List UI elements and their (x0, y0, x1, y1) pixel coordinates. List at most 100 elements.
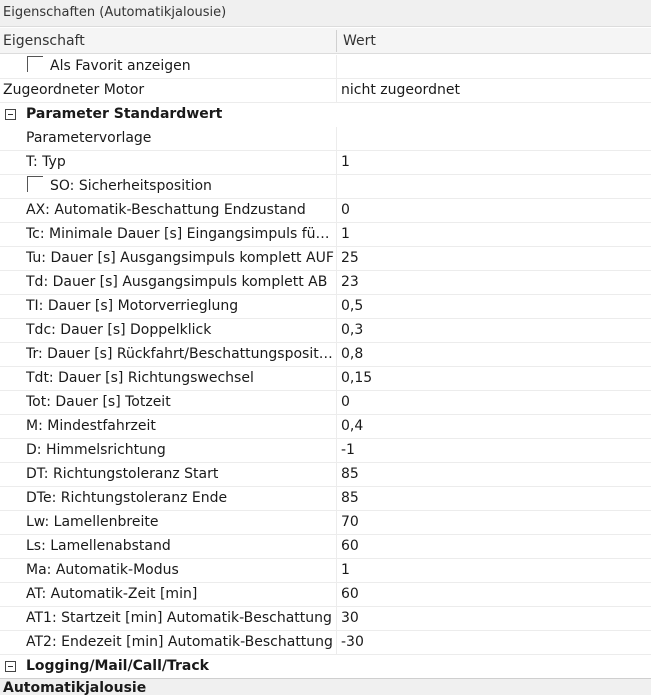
property-row[interactable]: AT1: Startzeit [min] Automatik-Beschattu… (0, 607, 651, 631)
property-row[interactable]: TI: Dauer [s] Motorverrieglung 0,5 (0, 295, 651, 319)
property-row[interactable]: Tdc: Dauer [s] Doppelklick 0,3 (0, 319, 651, 343)
property-name: DTe: Richtungstoleranz Ende (26, 490, 228, 506)
property-row[interactable]: Lw: Lamellenbreite 70 (0, 511, 651, 535)
property-value[interactable]: 85 (341, 487, 359, 510)
cell-divider (336, 487, 337, 510)
cell-divider (336, 247, 337, 270)
property-row[interactable]: Ls: Lamellenabstand 60 (0, 535, 651, 559)
property-value[interactable]: 0,15 (341, 367, 372, 390)
cell-divider (336, 175, 337, 198)
property-name: Tu: Dauer [s] Ausgangsimpuls komplett AU… (26, 250, 334, 266)
property-name: Tc: Minimale Dauer [s] Eingangsimpuls fü… (26, 226, 334, 242)
cell-divider (336, 127, 337, 150)
property-name: Tdc: Dauer [s] Doppelklick (26, 322, 212, 338)
cell-divider (336, 391, 337, 414)
grid-header: Eigenschaft Wert (0, 28, 651, 54)
property-value[interactable]: 1 (341, 151, 350, 174)
property-row-safety-position[interactable]: SO: Sicherheitsposition (0, 175, 651, 199)
property-value[interactable]: 0,5 (341, 295, 363, 318)
section-title: Logging/Mail/Call/Track (26, 658, 209, 674)
collapse-minus-icon[interactable] (5, 661, 16, 672)
column-header-value[interactable]: Wert (343, 28, 376, 54)
favorite-checkbox[interactable] (27, 56, 43, 72)
property-value[interactable]: 0 (341, 391, 350, 414)
cell-divider (336, 439, 337, 462)
property-row[interactable]: Tdt: Dauer [s] Richtungswechsel 0,15 (0, 367, 651, 391)
property-row[interactable]: Ma: Automatik-Modus 1 (0, 559, 651, 583)
cell-divider (336, 151, 337, 174)
property-row[interactable]: Td: Dauer [s] Ausgangsimpuls komplett AB… (0, 271, 651, 295)
property-value[interactable]: 25 (341, 247, 359, 270)
property-value[interactable]: 0,4 (341, 415, 363, 438)
property-name: AT2: Endezeit [min] Automatik-Beschattun… (26, 634, 333, 650)
window-title: Eigenschaften (Automatikjalousie) (0, 0, 651, 27)
cell-divider (336, 463, 337, 486)
property-value[interactable]: nicht zugeordnet (341, 79, 460, 102)
column-header-property[interactable]: Eigenschaft (3, 28, 85, 54)
cell-divider (336, 199, 337, 222)
cell-divider (336, 631, 337, 654)
cell-divider (336, 415, 337, 438)
property-value[interactable]: 0,3 (341, 319, 363, 342)
property-name: Tot: Dauer [s] Totzeit (26, 394, 171, 410)
property-value[interactable]: -30 (341, 631, 364, 654)
property-value[interactable]: 0 (341, 199, 350, 222)
property-name: AT: Automatik-Zeit [min] (26, 586, 198, 602)
property-value[interactable]: 1 (341, 559, 350, 582)
property-name: Zugeordneter Motor (3, 82, 145, 98)
property-row[interactable]: Tot: Dauer [s] Totzeit 0 (0, 391, 651, 415)
property-name: DT: Richtungstoleranz Start (26, 466, 219, 482)
property-row[interactable]: T: Typ 1 (0, 151, 651, 175)
property-row-motor[interactable]: Zugeordneter Motor nicht zugeordnet (0, 79, 651, 103)
section-title: Parameter Standardwert (26, 106, 223, 122)
property-row[interactable]: AT2: Endezeit [min] Automatik-Beschattun… (0, 631, 651, 655)
property-row[interactable]: DT: Richtungstoleranz Start 85 (0, 463, 651, 487)
property-value[interactable]: 60 (341, 583, 359, 606)
cell-divider (336, 559, 337, 582)
property-name: Ls: Lamellenabstand (26, 538, 171, 554)
property-name: Tdt: Dauer [s] Richtungswechsel (26, 370, 254, 386)
property-value[interactable]: 1 (341, 223, 350, 246)
property-name: AT1: Startzeit [min] Automatik-Beschattu… (26, 610, 332, 626)
cell-divider (336, 223, 337, 246)
property-row[interactable]: Parametervorlage (0, 127, 651, 151)
property-row[interactable]: AX: Automatik-Beschattung Endzustand 0 (0, 199, 651, 223)
section-header-logging[interactable]: Logging/Mail/Call/Track (0, 655, 651, 679)
property-value[interactable]: 60 (341, 535, 359, 558)
property-value[interactable]: 23 (341, 271, 359, 294)
property-row[interactable]: D: Himmelsrichtung -1 (0, 439, 651, 463)
property-value[interactable]: 30 (341, 607, 359, 630)
cell-divider (336, 79, 337, 102)
property-row[interactable]: AT: Automatik-Zeit [min] 60 (0, 583, 651, 607)
cell-divider (336, 319, 337, 342)
property-row-favorite[interactable]: Als Favorit anzeigen (0, 55, 651, 79)
property-name: Parametervorlage (26, 130, 152, 146)
cell-divider (336, 295, 337, 318)
section-header-parameter[interactable]: Parameter Standardwert (0, 103, 651, 127)
property-name: M: Mindestfahrzeit (26, 418, 156, 434)
property-name: Tr: Dauer [s] Rückfahrt/Beschattungsposi… (26, 346, 334, 362)
property-name: SO: Sicherheitsposition (50, 178, 212, 194)
cell-divider (336, 55, 337, 78)
description-panel-title: Automatikjalousie (0, 678, 651, 696)
property-row[interactable]: Tc: Minimale Dauer [s] Eingangsimpuls fü… (0, 223, 651, 247)
cell-divider (336, 511, 337, 534)
property-row[interactable]: M: Mindestfahrzeit 0,4 (0, 415, 651, 439)
property-row[interactable]: Tu: Dauer [s] Ausgangsimpuls komplett AU… (0, 247, 651, 271)
property-name: AX: Automatik-Beschattung Endzustand (26, 202, 306, 218)
property-value[interactable]: 85 (341, 463, 359, 486)
property-row[interactable]: Tr: Dauer [s] Rückfahrt/Beschattungsposi… (0, 343, 651, 367)
property-value[interactable]: 0,8 (341, 343, 363, 366)
property-value[interactable]: -1 (341, 439, 355, 462)
cell-divider (336, 535, 337, 558)
property-row[interactable]: DTe: Richtungstoleranz Ende 85 (0, 487, 651, 511)
property-name: Lw: Lamellenbreite (26, 514, 159, 530)
property-name: Td: Dauer [s] Ausgangsimpuls komplett AB (26, 274, 328, 290)
property-name: Als Favorit anzeigen (50, 58, 191, 74)
column-divider[interactable] (336, 30, 337, 52)
cell-divider (336, 607, 337, 630)
collapse-minus-icon[interactable] (5, 109, 16, 120)
property-name: Ma: Automatik-Modus (26, 562, 179, 578)
property-value[interactable]: 70 (341, 511, 359, 534)
safety-position-checkbox[interactable] (27, 176, 43, 192)
